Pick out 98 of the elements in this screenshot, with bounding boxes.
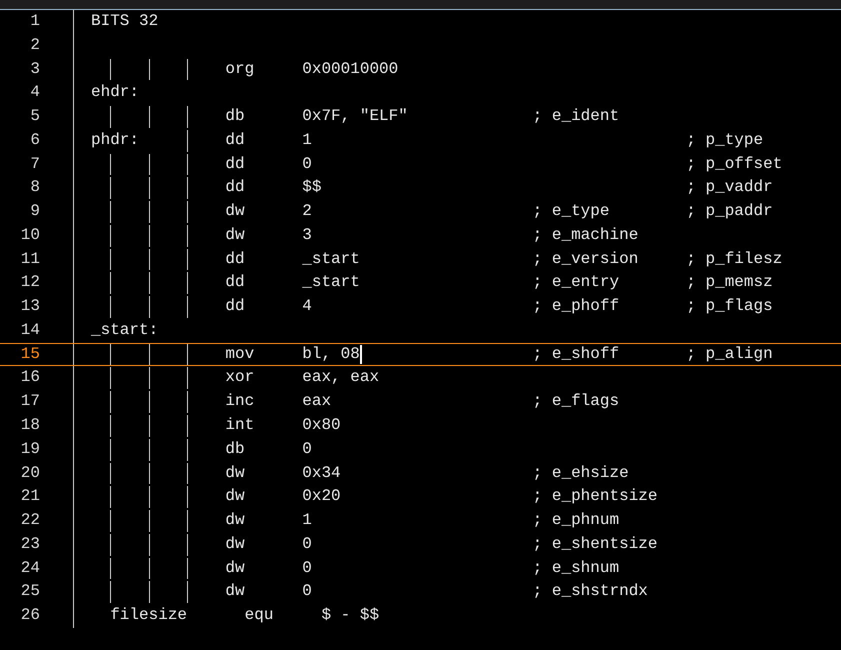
line-number: 25 bbox=[20, 582, 40, 600]
line-number: 17 bbox=[20, 392, 40, 410]
line-number: 21 bbox=[20, 487, 40, 506]
code-comment: ; e_version bbox=[532, 250, 638, 268]
instruction-operand: eax bbox=[302, 391, 332, 412]
code-comment: ; e_shoff bbox=[532, 344, 620, 363]
instruction-operand: _start bbox=[302, 248, 360, 270]
line-number: 5 bbox=[30, 107, 40, 126]
code-comment: ; e_flags bbox=[532, 392, 620, 410]
instruction-operand: 0x20 bbox=[302, 486, 341, 508]
instruction-mnemonic: int bbox=[225, 416, 254, 434]
instruction-mnemonic: db bbox=[225, 107, 245, 126]
instruction-operand: 0 bbox=[302, 558, 312, 579]
instruction-mnemonic: dd bbox=[225, 297, 245, 316]
line-number: 1 bbox=[30, 12, 40, 30]
line-number: 19 bbox=[20, 440, 40, 458]
instruction-operand: 3 bbox=[302, 224, 312, 246]
line-number: 7 bbox=[30, 154, 40, 173]
instruction-operand: 0 bbox=[302, 581, 312, 602]
label-text: _start: bbox=[91, 320, 158, 339]
instruction-mnemonic: dd bbox=[225, 178, 245, 196]
line-number: 13 bbox=[20, 297, 40, 316]
instruction-operand: 0 bbox=[302, 154, 312, 175]
instruction-mnemonic: mov bbox=[225, 344, 254, 363]
instruction-mnemonic: dw bbox=[225, 202, 245, 220]
instruction-mnemonic: dw bbox=[225, 226, 245, 244]
code-comment: ; e_phnum bbox=[532, 511, 620, 530]
line-number: 12 bbox=[20, 273, 40, 292]
line-number: 10 bbox=[20, 226, 40, 244]
code-comment: ; e_ident bbox=[532, 107, 620, 126]
instruction-mnemonic: xor bbox=[225, 368, 254, 386]
instruction-mnemonic: dd bbox=[225, 130, 245, 149]
instruction-mnemonic: dw bbox=[225, 487, 245, 506]
instruction-operand: 0x00010000 bbox=[302, 58, 398, 80]
instruction-mnemonic: dw bbox=[225, 534, 245, 553]
label-text: ehdr: bbox=[91, 83, 140, 102]
code-comment: ; p_filesz bbox=[686, 250, 782, 268]
instruction-operand: $ - $$ bbox=[321, 606, 380, 624]
instruction-mnemonic: dw bbox=[225, 511, 245, 530]
line-number: 11 bbox=[20, 250, 40, 268]
code-comment: ; e_ehsize bbox=[532, 464, 629, 482]
instruction-operand: 2 bbox=[302, 201, 312, 222]
instruction-mnemonic: dd bbox=[225, 273, 245, 292]
instruction-mnemonic: equ bbox=[244, 606, 274, 624]
instruction-mnemonic: dw bbox=[225, 582, 245, 600]
code-comment: ; e_shstrndx bbox=[532, 582, 648, 600]
instruction-mnemonic: org bbox=[225, 60, 254, 78]
instruction-operand: 4 bbox=[302, 296, 312, 318]
line-number: 24 bbox=[20, 558, 40, 577]
code-comment: ; p_flags bbox=[686, 297, 773, 316]
instruction-mnemonic: db bbox=[225, 440, 245, 458]
code-comment: ; e_phentsize bbox=[532, 487, 658, 506]
code-comment: ; p_type bbox=[686, 130, 764, 149]
line-number: 3 bbox=[30, 60, 40, 78]
instruction-operand: 0x7F, "ELF" bbox=[302, 106, 408, 128]
line-number: 8 bbox=[30, 178, 40, 196]
line-number: 20 bbox=[20, 464, 40, 482]
instruction-operand: 0 bbox=[302, 534, 312, 555]
label-text: phdr: bbox=[91, 130, 140, 149]
line-number: 9 bbox=[30, 202, 40, 220]
instruction-mnemonic: dw bbox=[225, 464, 245, 482]
label-text: filesize bbox=[110, 606, 188, 624]
text-cursor bbox=[360, 345, 362, 364]
instruction-operand: 0x34 bbox=[302, 462, 341, 484]
instruction-mnemonic: dw bbox=[225, 558, 245, 577]
line-number: 15 bbox=[20, 344, 40, 363]
instruction-operand: 1 bbox=[302, 130, 312, 151]
instruction-operand: eax, eax bbox=[302, 367, 380, 388]
code-comment: ; p_paddr bbox=[686, 202, 773, 220]
code-comment: ; e_machine bbox=[532, 226, 638, 244]
code-comment: ; e_shnum bbox=[532, 558, 620, 577]
code-comment: ; p_offset bbox=[686, 154, 782, 173]
line-number: 18 bbox=[20, 416, 40, 434]
code-comment: ; e_entry bbox=[532, 273, 620, 292]
instruction-mnemonic: dd bbox=[225, 154, 245, 173]
line-number: 6 bbox=[30, 130, 40, 149]
code-comment: ; p_vaddr bbox=[686, 178, 773, 196]
code-comment: ; p_memsz bbox=[686, 273, 773, 292]
instruction-operand: bl, 08 bbox=[302, 344, 360, 365]
instruction-operand: $$ bbox=[302, 177, 322, 198]
code-comment: ; p_align bbox=[686, 344, 773, 363]
directive-text: BITS 32 bbox=[91, 12, 158, 30]
line-number: 2 bbox=[30, 36, 40, 54]
code-comment: ; e_shentsize bbox=[532, 534, 658, 553]
line-number: 23 bbox=[20, 534, 40, 553]
line-number: 22 bbox=[20, 511, 40, 530]
instruction-mnemonic: dd bbox=[225, 250, 245, 268]
instruction-mnemonic: inc bbox=[225, 392, 254, 410]
instruction-operand: 0x80 bbox=[302, 415, 341, 436]
line-number: 4 bbox=[30, 83, 40, 102]
instruction-operand: 0 bbox=[302, 438, 312, 460]
line-number: 26 bbox=[20, 606, 40, 624]
instruction-operand: _start bbox=[302, 272, 360, 294]
code-comment: ; e_type bbox=[532, 202, 610, 220]
code-comment: ; e_phoff bbox=[532, 297, 620, 316]
line-number: 16 bbox=[20, 368, 40, 386]
line-number: 14 bbox=[20, 320, 40, 339]
instruction-operand: 1 bbox=[302, 510, 312, 532]
